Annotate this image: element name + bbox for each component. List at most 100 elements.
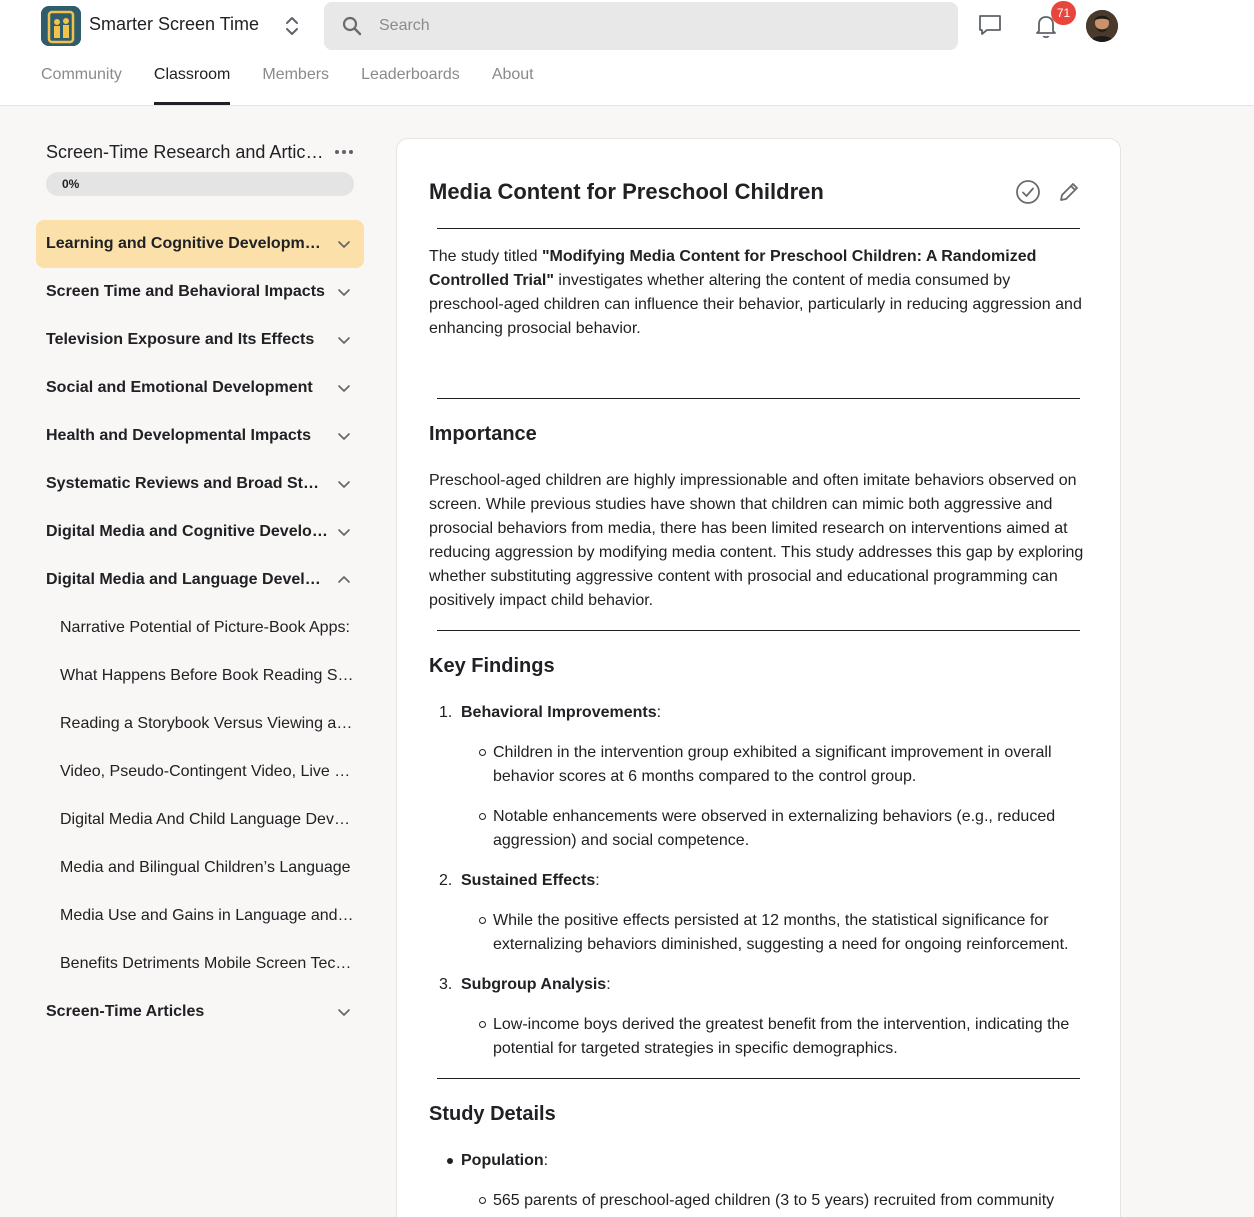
lesson-label: Digital Media And Child Language Develop…: [60, 811, 356, 828]
chevron-down-icon: [338, 433, 350, 440]
bullet: [479, 1197, 486, 1204]
chevron-up-icon: [338, 576, 350, 583]
chevron-down-icon: [338, 289, 350, 296]
module-label: Social and Emotional Development: [46, 379, 313, 396]
module-learning-cognitive[interactable]: Learning and Cognitive Development: [36, 220, 364, 268]
chevron-down-icon: [338, 481, 350, 488]
chevron-down-icon: [338, 529, 350, 536]
more-icon[interactable]: [334, 144, 354, 160]
search-bar[interactable]: [324, 2, 958, 50]
module-digital-media-language[interactable]: Digital Media and Language Development: [36, 556, 364, 604]
list-number: 2.: [439, 872, 453, 889]
divider: [437, 398, 1080, 399]
lesson-label: Reading a Storybook Versus Viewing a Vid…: [60, 715, 356, 732]
bullet: [479, 813, 486, 820]
colon: :: [543, 1152, 549, 1169]
divider: [437, 228, 1080, 229]
module-health-developmental[interactable]: Health and Developmental Impacts: [36, 412, 364, 460]
divider: [437, 630, 1080, 631]
lesson-item[interactable]: What Happens Before Book Reading Starts: [36, 652, 364, 700]
module-list: Learning and Cognitive Development Scree…: [36, 220, 364, 1036]
lesson-item[interactable]: Video, Pseudo-Contingent Video, Live Boo…: [36, 748, 364, 796]
chevron-down-icon: [338, 385, 350, 392]
module-label: Learning and Cognitive Development: [46, 235, 328, 252]
notification-badge: 71: [1051, 1, 1076, 25]
finding-title-text: Subgroup Analysis: [461, 976, 607, 993]
chat-icon[interactable]: [977, 12, 1003, 38]
lesson-label: What Happens Before Book Reading Starts: [60, 667, 356, 684]
finding-title-text: Behavioral Improvements: [461, 704, 657, 721]
module-label: Health and Developmental Impacts: [46, 427, 311, 444]
module-label: Screen-Time Articles: [46, 1003, 205, 1020]
finding-point: While the positive effects persisted at …: [493, 912, 1069, 953]
module-social-emotional[interactable]: Social and Emotional Development: [36, 364, 364, 412]
post-card: Media Content for Preschool Children The…: [396, 138, 1121, 1217]
lesson-item[interactable]: Narrative Potential of Picture-Book Apps…: [36, 604, 364, 652]
lesson-item[interactable]: Digital Media And Child Language Develop…: [36, 796, 364, 844]
divider: [437, 1078, 1080, 1079]
app-logo-icon[interactable]: [41, 6, 81, 46]
module-systematic-reviews[interactable]: Systematic Reviews and Broad Studies: [36, 460, 364, 508]
module-screen-time-behavioral[interactable]: Screen Time and Behavioral Impacts: [36, 268, 364, 316]
module-screen-time-articles[interactable]: Screen-Time Articles: [36, 988, 364, 1036]
finding-point: Children in the intervention group exhib…: [493, 744, 1052, 785]
detail-title-text: Population: [461, 1152, 544, 1169]
lesson-label: Media Use and Gains in Language and Lite…: [60, 907, 356, 924]
progress-label: 0%: [62, 177, 80, 191]
importance-heading: Importance: [429, 423, 537, 445]
bullet: [447, 1158, 453, 1164]
importance-paragraph: Preschool-aged children are highly impre…: [429, 472, 1084, 609]
bullet: [479, 749, 486, 756]
lesson-item[interactable]: Media Use and Gains in Language and Lite…: [36, 892, 364, 940]
tab-members[interactable]: Members: [262, 66, 329, 105]
colon: :: [595, 872, 600, 889]
list-number: 3.: [439, 976, 453, 993]
course-title: Screen-Time Research and Articles: [46, 142, 326, 162]
module-digital-media-cognitive[interactable]: Digital Media and Cognitive Development: [36, 508, 364, 556]
finding-point: Notable enhancements were observed in ex…: [493, 808, 1056, 849]
tab-about[interactable]: About: [492, 66, 534, 105]
detail-title: Population:: [461, 1149, 548, 1173]
finding-title: Subgroup Analysis:: [461, 973, 611, 997]
module-label: Screen Time and Behavioral Impacts: [46, 283, 325, 300]
lesson-item[interactable]: Benefits Detriments Mobile Screen Techno…: [36, 940, 364, 988]
check-circle-icon[interactable]: [1015, 179, 1041, 205]
key-findings-heading: Key Findings: [429, 655, 555, 677]
nav-tabs: Community Classroom Members Leaderboards…: [41, 66, 566, 105]
finding-title-text: Sustained Effects: [461, 872, 596, 889]
module-label: Systematic Reviews and Broad Studies: [46, 475, 328, 492]
colon: :: [606, 976, 611, 993]
chevron-down-icon: [338, 337, 350, 344]
detail-point: 565 parents of preschool-aged children (…: [493, 1192, 1055, 1209]
intro-paragraph: The study titled "Modifying Media Conten…: [429, 245, 1089, 341]
switch-icon[interactable]: [283, 14, 301, 38]
finding-title: Behavioral Improvements:: [461, 701, 661, 725]
tab-classroom[interactable]: Classroom: [153, 66, 231, 105]
study-details-heading: Study Details: [429, 1103, 556, 1125]
avatar[interactable]: [1086, 10, 1118, 42]
lesson-label: Benefits Detriments Mobile Screen Techno…: [60, 955, 356, 972]
lesson-item[interactable]: Reading a Storybook Versus Viewing a Vid…: [36, 700, 364, 748]
search-icon: [342, 16, 362, 36]
lesson-item[interactable]: Media and Bilingual Children’s Language: [36, 844, 364, 892]
bullet: [479, 917, 486, 924]
module-label: Digital Media and Cognitive Development: [46, 523, 328, 540]
module-label: Digital Media and Language Development: [46, 571, 328, 588]
course-progress-bar: 0%: [46, 172, 354, 196]
pencil-icon[interactable]: [1057, 180, 1081, 204]
search-input[interactable]: [379, 2, 939, 50]
module-television-exposure[interactable]: Television Exposure and Its Effects: [36, 316, 364, 364]
top-header: Smarter Screen Time 71 Community Classro…: [0, 0, 1254, 106]
chevron-down-icon: [338, 1009, 350, 1016]
app-title[interactable]: Smarter Screen Time: [89, 14, 259, 35]
lesson-label: Media and Bilingual Children’s Language: [60, 859, 351, 876]
lesson-label: Narrative Potential of Picture-Book Apps…: [60, 619, 350, 636]
module-label: Television Exposure and Its Effects: [46, 331, 315, 348]
tab-community[interactable]: Community: [41, 66, 122, 105]
tab-leaderboards[interactable]: Leaderboards: [361, 66, 460, 105]
list-number: 1.: [439, 704, 453, 721]
chevron-down-icon: [338, 241, 350, 248]
finding-point: Low-income boys derived the greatest ben…: [493, 1016, 1070, 1057]
lesson-label: Video, Pseudo-Contingent Video, Live Boo…: [60, 763, 356, 780]
finding-title: Sustained Effects:: [461, 869, 600, 893]
